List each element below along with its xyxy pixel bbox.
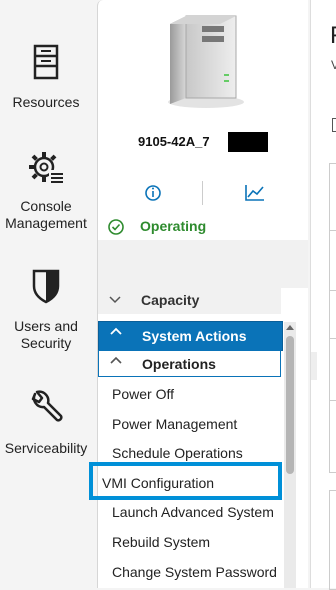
check-circle-icon — [108, 219, 124, 235]
left-nav-rail: Resources Console Management Users and S… — [0, 0, 92, 588]
accordion-capacity-label: Capacity — [141, 292, 200, 308]
details-panel: F V — [310, 0, 336, 590]
divider — [329, 290, 336, 291]
details-subtitle: V — [331, 58, 336, 72]
nav-label-console-management: Console Management — [5, 198, 87, 231]
scrollbar-thumb[interactable] — [286, 336, 294, 474]
system-status: Operating — [98, 212, 308, 240]
menu-item-power-management[interactable]: Power Management — [112, 416, 237, 432]
accordion-system-actions[interactable]: System Actions — [98, 321, 283, 351]
gear-console-icon — [29, 152, 64, 184]
nav-label-serviceability: Serviceability — [4, 440, 88, 456]
menu-item-launch-advanced-system[interactable]: Launch Advanced System — [112, 504, 274, 520]
details-checkbox[interactable] — [332, 118, 336, 132]
menu-item-power-off[interactable]: Power Off — [112, 386, 174, 402]
details-card — [329, 163, 336, 473]
scroll-up-arrow-icon[interactable] — [284, 322, 296, 334]
wrench-icon — [31, 390, 63, 422]
menu-item-rebuild-system[interactable]: Rebuild System — [112, 534, 210, 550]
nav-label-users-and-security: Users and Security — [14, 318, 78, 351]
divider — [329, 230, 336, 231]
chart-icon — [245, 185, 264, 201]
tab-chart[interactable] — [240, 180, 270, 206]
accordion-operations[interactable]: Operations — [98, 350, 281, 377]
panel-gap — [311, 352, 317, 380]
nav-label-resources: Resources — [12, 94, 80, 110]
nav-item-serviceability[interactable]: Serviceability — [0, 390, 92, 457]
menu-item-vmi-configuration[interactable]: VMI Configuration — [102, 475, 214, 491]
menu-item-schedule-operations[interactable]: Schedule Operations — [112, 445, 243, 461]
menu-item-change-system-password[interactable]: Change System Password — [112, 564, 277, 580]
server-tower-image — [168, 15, 244, 108]
details-card-2 — [329, 490, 336, 590]
panel-tabs — [98, 176, 308, 210]
divider — [329, 338, 336, 339]
accordion-capacity[interactable]: Capacity — [98, 288, 281, 314]
accordion-operations-label: Operations — [142, 356, 216, 372]
system-panel: 9105-42A_7 Operating Capacity System Act… — [97, 0, 308, 588]
nav-item-users-and-security[interactable]: Users and Security — [0, 268, 92, 352]
system-name: 9105-42A_7 — [138, 134, 210, 149]
redaction-box — [228, 132, 268, 152]
details-title: F — [330, 22, 336, 50]
spacer-band — [98, 240, 308, 288]
chevron-up-icon — [110, 327, 122, 335]
tab-divider — [202, 181, 203, 205]
nav-item-resources[interactable]: Resources — [0, 44, 92, 111]
nav-item-console-management[interactable]: Console Management — [0, 150, 92, 232]
accordion-system-actions-label: System Actions — [142, 328, 247, 344]
chevron-down-icon — [109, 296, 121, 304]
divider — [329, 400, 336, 401]
shield-icon — [32, 269, 60, 304]
server-rack-icon — [33, 44, 59, 80]
status-text: Operating — [140, 218, 207, 234]
chevron-up-icon — [110, 356, 122, 364]
tab-info[interactable] — [138, 180, 168, 206]
info-icon — [145, 185, 161, 201]
